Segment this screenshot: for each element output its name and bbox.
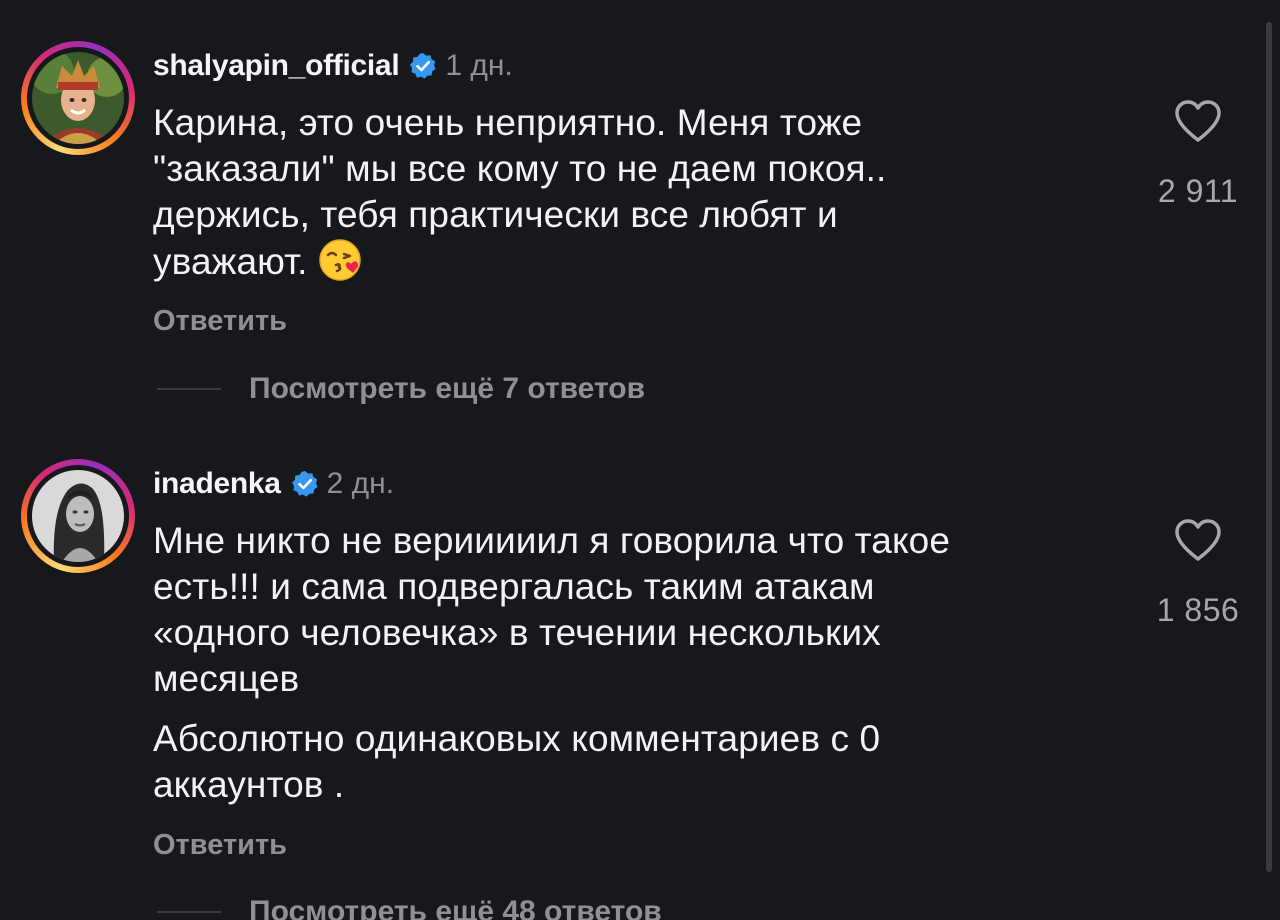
comment-line: Мне никто не верииииил я говорила что та… [153,520,951,561]
comment-time: 2 дн. [326,467,395,500]
avatar-story-ring[interactable] [21,41,135,155]
comment-line: Карина, это очень неприятно. Меня тоже [153,102,863,143]
verified-badge-icon [409,52,437,80]
view-replies-button[interactable]: Посмотреть ещё 7 ответов [157,372,645,406]
username[interactable]: shalyapin_official [153,49,400,83]
divider-line [157,388,221,390]
comment-line: "заказали" мы все кому то не даем покоя.… [153,148,887,189]
comment-line: «одного человечка» в течении нескольких [153,612,881,653]
comment-line: Абсолютно одинаковых комментариев с 0 [153,718,881,759]
avatar-story-ring[interactable] [21,459,135,573]
comment-line: аккаунтов . [153,764,345,805]
comment-line: уважают. [153,241,308,282]
comment-time: 1 дн. [445,49,513,82]
reply-button[interactable]: Ответить [153,829,287,862]
comment-header: inadenka 2 дн. [153,462,394,506]
comment-text: Карина, это очень неприятно. Меня тоже "… [153,100,1053,293]
comment-header: shalyapin_official 1 дн. [153,44,513,88]
like-count: 2 911 [1157,173,1239,209]
scrollbar[interactable] [1266,22,1272,872]
like-count: 1 856 [1156,592,1240,628]
comment-line: месяцев [153,658,300,699]
like-area: 1 856 [1138,517,1258,629]
divider-line [157,911,221,913]
heart-icon[interactable] [1138,517,1258,568]
reply-button[interactable]: Ответить [153,305,287,338]
view-replies-button[interactable]: Посмотреть ещё 48 ответов [157,895,662,920]
avatar[interactable] [32,470,124,562]
comment-text: Мне никто не верииииил я говорила что та… [153,518,1053,702]
verified-badge-icon [291,470,319,498]
username[interactable]: inadenka [153,467,281,501]
comment-line: есть!!! и сама подвергалась таким атакам [153,566,875,607]
heart-icon[interactable] [1138,98,1258,149]
like-area: 2 911 [1138,98,1258,210]
view-replies-label: Посмотреть ещё 7 ответов [249,372,646,405]
view-replies-label: Посмотреть ещё 48 ответов [249,895,662,920]
comment-text-paragraph-2: Абсолютно одинаковых комментариев с 0 ак… [153,716,1053,808]
kissing-face-emoji-icon [318,238,362,293]
avatar[interactable] [32,52,124,144]
comment-line-last: уважают. [153,238,1053,293]
comment-line: держись, тебя практически все любят и [153,194,838,235]
